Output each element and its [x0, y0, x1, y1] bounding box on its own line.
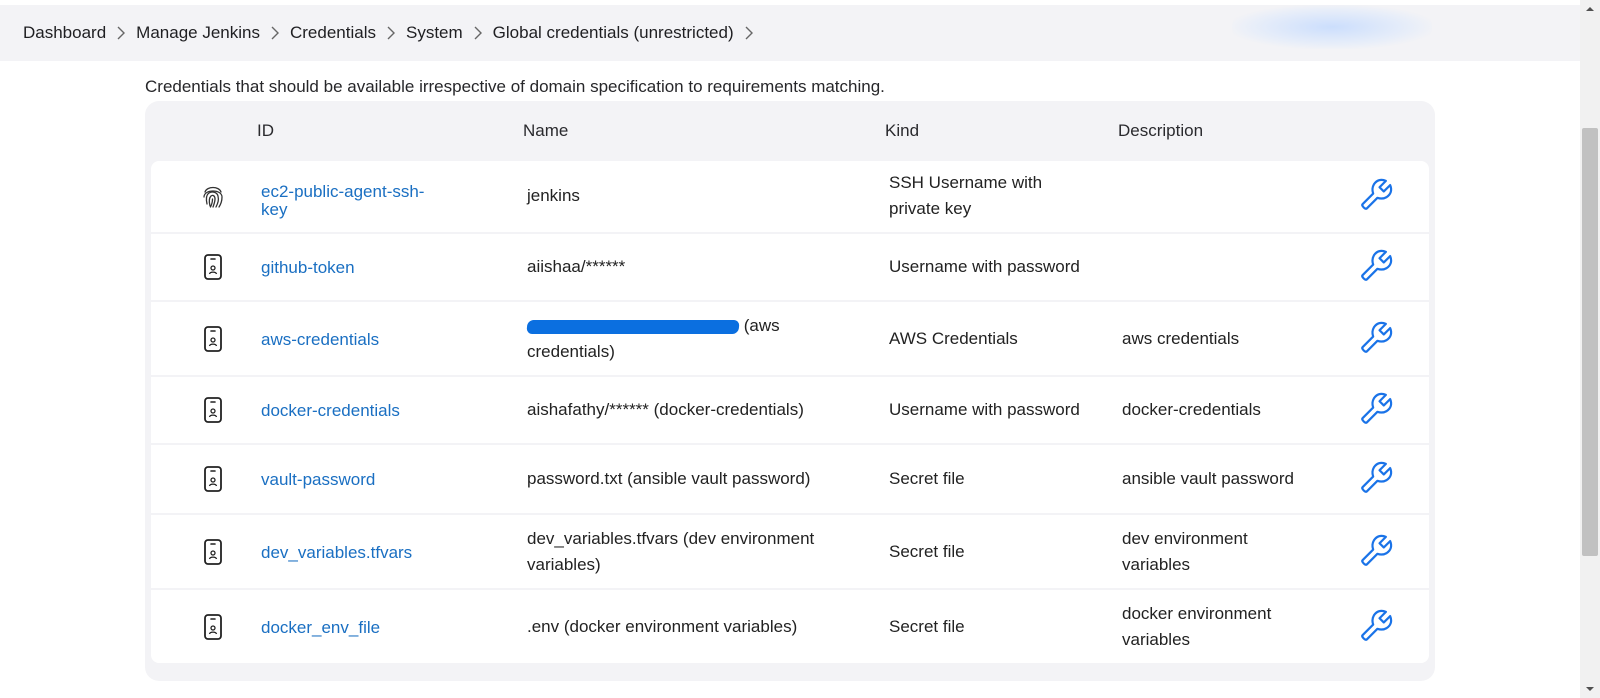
- search-glow: [1232, 5, 1432, 49]
- wrench-icon[interactable]: [1356, 606, 1396, 646]
- header-id[interactable]: ID: [257, 121, 274, 141]
- credential-kind: Secret file: [889, 469, 965, 488]
- table-row: ec2-public-agent-ssh-key jenkins SSH Use…: [151, 161, 1429, 232]
- scroll-down-icon[interactable]: [1584, 683, 1596, 695]
- credential-description: aws credentials: [1122, 329, 1240, 348]
- credential-description: ansible vault password: [1122, 469, 1294, 488]
- header-kind[interactable]: Kind: [885, 121, 919, 141]
- credential-id-link[interactable]: vault-password: [261, 470, 375, 489]
- credentials-table: ID Name Kind Description ec2-public-agen…: [145, 101, 1435, 681]
- domain-description: Credentials that should be available irr…: [145, 77, 885, 96]
- credential-kind: AWS Credentials: [889, 329, 1018, 348]
- mobile-badge-icon: [204, 466, 222, 492]
- credential-name: aishafathy/****** (docker-credentials): [527, 400, 804, 419]
- mobile-badge-icon: [204, 326, 222, 352]
- mobile-badge-icon: [204, 254, 222, 280]
- credential-description: dev environment variables: [1122, 529, 1248, 574]
- credential-kind: Username with password: [889, 400, 1080, 419]
- scroll-up-icon[interactable]: [1584, 3, 1596, 15]
- credential-kind: Username with password: [889, 257, 1080, 276]
- chevron-right-icon[interactable]: [463, 5, 493, 61]
- wrench-icon[interactable]: [1356, 458, 1396, 498]
- credential-name: dev_variables.tfvars (dev environment va…: [527, 529, 815, 574]
- table-row: docker-credentials aishafathy/****** (do…: [151, 377, 1429, 443]
- credential-name: aiishaa/******: [527, 257, 626, 276]
- table-row: docker_env_file .env (docker environment…: [151, 590, 1429, 663]
- mobile-badge-icon: [204, 614, 222, 640]
- breadcrumb: Dashboard Manage Jenkins Credentials Sys…: [0, 5, 1580, 61]
- table-row: aws-credentials (aws credentials) AWS Cr…: [151, 302, 1429, 375]
- credential-kind: Secret file: [889, 617, 965, 636]
- credential-id-link[interactable]: dev_variables.tfvars: [261, 543, 412, 562]
- credential-id-link[interactable]: docker-credentials: [261, 401, 400, 420]
- redaction-mark: [526, 319, 740, 334]
- credential-name: (aws credentials): [526, 316, 780, 361]
- chevron-right-icon[interactable]: [260, 5, 290, 61]
- wrench-icon[interactable]: [1356, 531, 1396, 571]
- mobile-badge-icon: [204, 397, 222, 423]
- breadcrumb-global-credentials[interactable]: Global credentials (unrestricted): [493, 23, 734, 43]
- chevron-right-icon[interactable]: [734, 5, 764, 61]
- chevron-right-icon[interactable]: [376, 5, 406, 61]
- header-description[interactable]: Description: [1118, 121, 1203, 141]
- credential-id-link[interactable]: docker_env_file: [261, 618, 380, 637]
- breadcrumb-dashboard[interactable]: Dashboard: [23, 23, 106, 43]
- credential-name: .env (docker environment variables): [527, 617, 798, 636]
- wrench-icon[interactable]: [1356, 246, 1396, 286]
- mobile-badge-icon: [204, 539, 222, 565]
- credential-description: docker-credentials: [1122, 400, 1261, 419]
- credential-id-link[interactable]: github-token: [261, 258, 355, 277]
- credential-id-link[interactable]: aws-credentials: [261, 330, 379, 349]
- table-header: ID Name Kind Description: [145, 101, 1435, 161]
- credential-kind: SSH Username with private key: [889, 173, 1043, 218]
- table-row: github-token aiishaa/****** Username wit…: [151, 234, 1429, 300]
- breadcrumb-system[interactable]: System: [406, 23, 463, 43]
- wrench-icon[interactable]: [1356, 389, 1396, 429]
- breadcrumb-credentials[interactable]: Credentials: [290, 23, 376, 43]
- table-row: vault-password password.txt (ansible vau…: [151, 445, 1429, 513]
- credential-description: docker environment variables: [1122, 604, 1272, 649]
- credential-id-link[interactable]: ec2-public-agent-ssh-key: [261, 182, 424, 219]
- table-row: dev_variables.tfvars dev_variables.tfvar…: [151, 515, 1429, 588]
- breadcrumb-manage-jenkins[interactable]: Manage Jenkins: [136, 23, 260, 43]
- credential-kind: Secret file: [889, 542, 965, 561]
- header-name[interactable]: Name: [523, 121, 568, 141]
- wrench-icon[interactable]: [1356, 175, 1396, 215]
- credential-name: jenkins: [527, 186, 580, 205]
- credential-name: password.txt (ansible vault password): [527, 469, 811, 488]
- scrollbar-thumb[interactable]: [1582, 128, 1598, 556]
- chevron-right-icon[interactable]: [106, 5, 136, 61]
- wrench-icon[interactable]: [1356, 318, 1396, 358]
- fingerprint-icon: [203, 186, 223, 208]
